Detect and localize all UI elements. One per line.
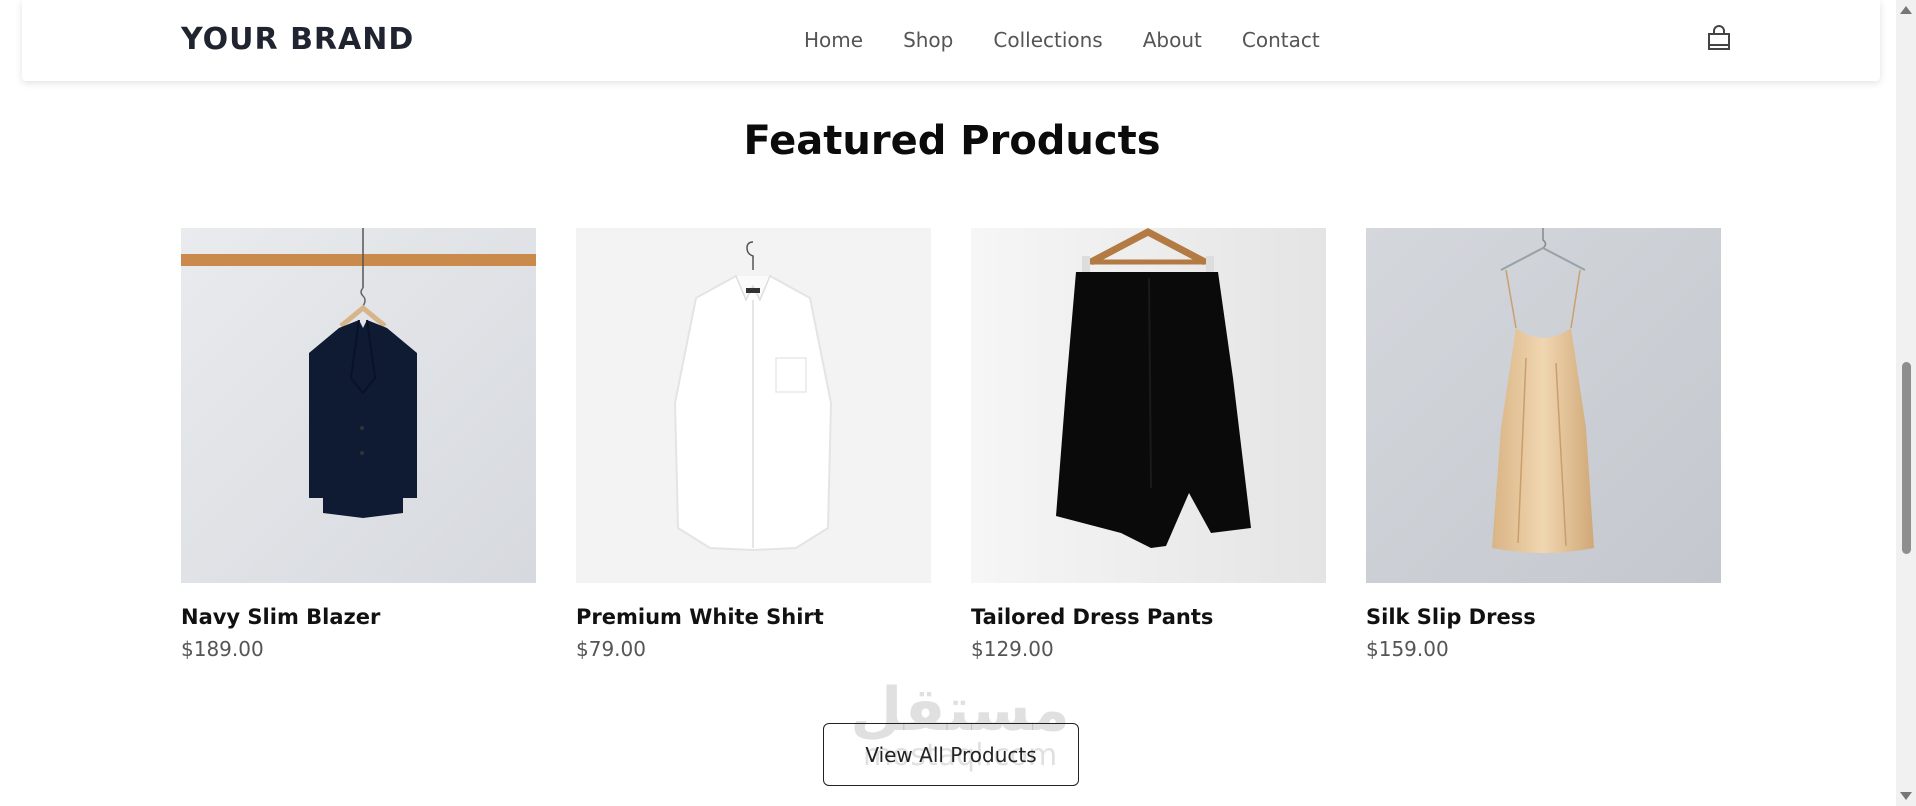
scrollbar[interactable]	[1896, 0, 1916, 806]
product-card[interactable]: Premium White Shirt $79.00	[576, 228, 931, 661]
product-price: $159.00	[1366, 637, 1449, 661]
product-image[interactable]	[971, 228, 1326, 583]
page: YOUR BRAND Home Shop Collections About C…	[0, 0, 1916, 806]
product-card[interactable]: Silk Slip Dress $159.00	[1366, 228, 1721, 661]
shopping-bag-icon[interactable]	[1705, 24, 1733, 52]
product-price: $79.00	[576, 637, 646, 661]
product-card[interactable]: Tailored Dress Pants $129.00	[971, 228, 1326, 661]
product-name[interactable]: Premium White Shirt	[576, 605, 931, 629]
product-price: $129.00	[971, 637, 1054, 661]
nav-collections[interactable]: Collections	[993, 28, 1102, 52]
nav-about[interactable]: About	[1143, 28, 1202, 52]
scrollbar-thumb[interactable]	[1902, 362, 1911, 554]
main-nav: Home Shop Collections About Contact	[804, 28, 1320, 52]
product-card[interactable]: Navy Slim Blazer $189.00	[181, 228, 536, 661]
product-price: $189.00	[181, 637, 264, 661]
brand-logo[interactable]: YOUR BRAND	[181, 22, 414, 57]
nav-shop[interactable]: Shop	[903, 28, 953, 52]
scroll-down-arrow-icon[interactable]	[1900, 792, 1912, 800]
nav-home[interactable]: Home	[804, 28, 863, 52]
product-name[interactable]: Navy Slim Blazer	[181, 605, 536, 629]
product-image[interactable]	[181, 228, 536, 583]
scroll-up-arrow-icon[interactable]	[1900, 6, 1912, 14]
product-image[interactable]	[1366, 228, 1721, 583]
nav-contact[interactable]: Contact	[1242, 28, 1320, 52]
product-name[interactable]: Silk Slip Dress	[1366, 605, 1721, 629]
product-image[interactable]	[576, 228, 931, 583]
section-title: Featured Products	[743, 118, 1161, 164]
site-header: YOUR BRAND Home Shop Collections About C…	[22, 0, 1880, 81]
view-all-products-button[interactable]: View All Products	[823, 723, 1079, 786]
product-name[interactable]: Tailored Dress Pants	[971, 605, 1326, 629]
